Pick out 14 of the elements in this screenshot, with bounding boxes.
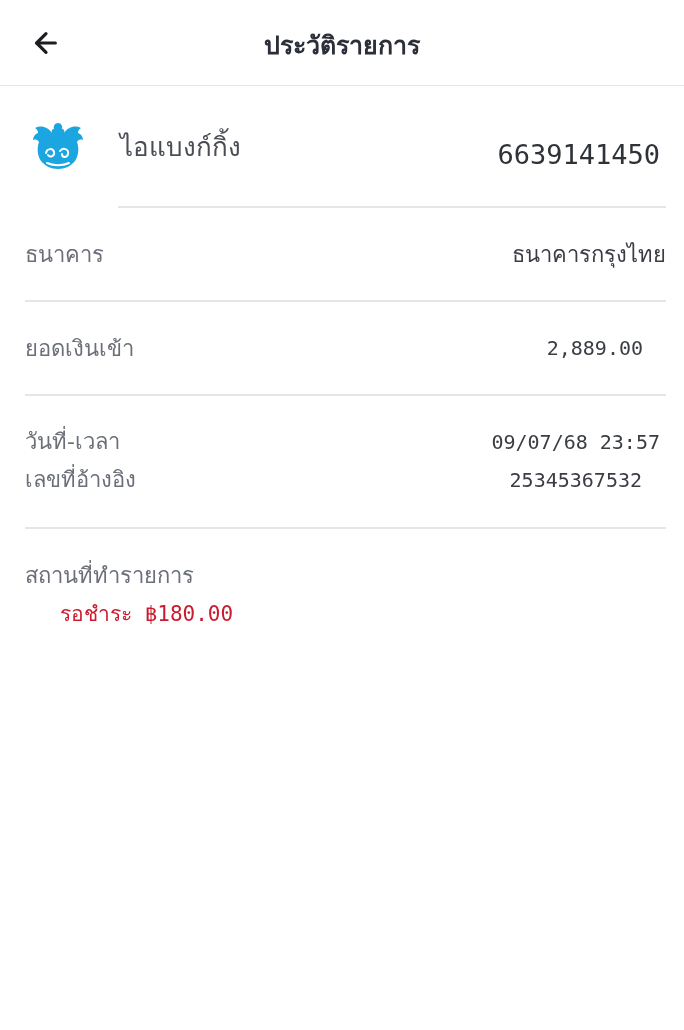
detail-value: 25345367532	[509, 467, 643, 494]
page-title: ประวัติรายการ	[264, 30, 420, 62]
pending-payment-text: รอชำระ ฿180.00	[60, 601, 234, 628]
bank-logo-icon	[33, 123, 83, 169]
account-name: ไอแบงก์กิ้ง	[120, 129, 241, 165]
detail-label: ธนาคาร	[25, 240, 104, 269]
detail-label: วันที่-เวลา	[25, 423, 120, 461]
detail-label: ยอดเงินเข้า	[25, 334, 134, 363]
detail-value: 09/07/68 23:57	[491, 429, 661, 456]
account-number: 6639141450	[497, 138, 660, 172]
detail-label: เลขที่อ้างอิง	[25, 461, 136, 499]
location-label: สถานที่ทำรายการ	[25, 557, 194, 595]
detail-value: ธนาคารกรุงไทย	[512, 240, 666, 270]
detail-value: 2,889.00	[546, 335, 644, 362]
